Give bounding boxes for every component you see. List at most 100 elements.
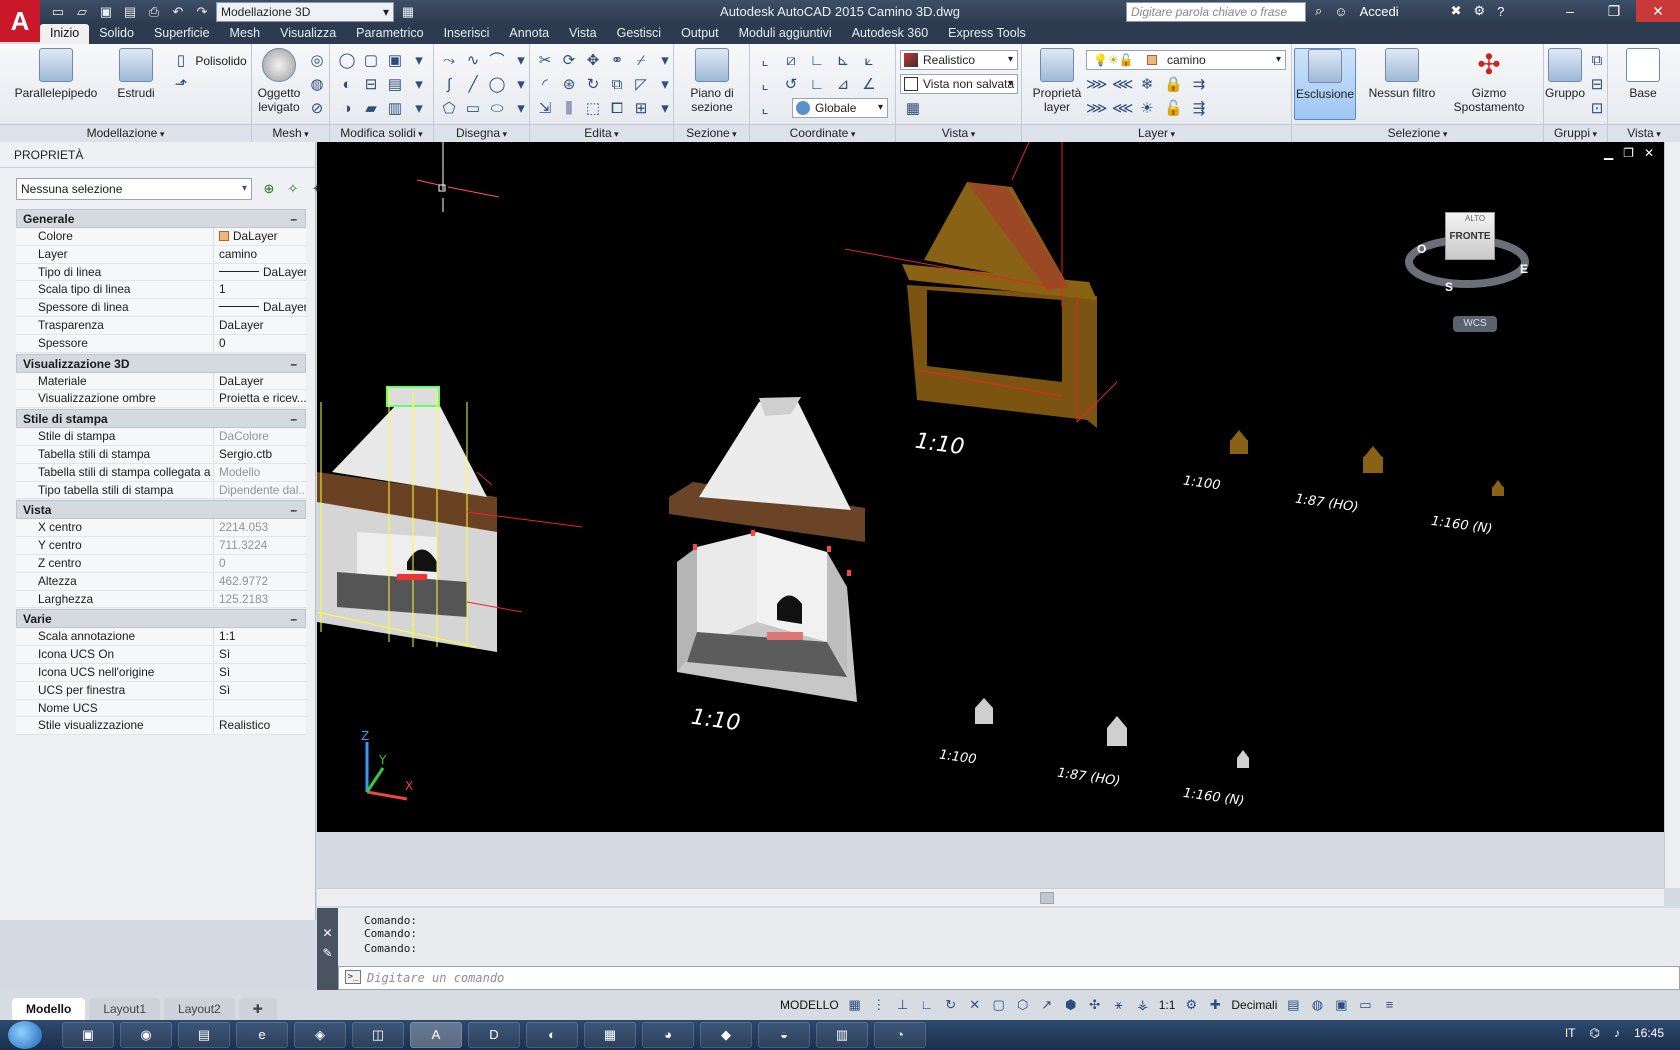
add-layout-button[interactable]: ✚ <box>238 998 277 1020</box>
copy-icon[interactable]: ⧠ <box>608 100 626 118</box>
layer-merge-icon[interactable]: ⇶ <box>1190 100 1208 118</box>
property-value[interactable]: 2214.053 <box>214 519 306 536</box>
curve-icon[interactable]: ∫ <box>440 76 458 94</box>
layer-properties-button[interactable]: Proprietà layer <box>1026 48 1088 114</box>
saved-view-dropdown[interactable]: Vista non salvata <box>900 74 1018 94</box>
ucs-previous-icon[interactable]: ↺ <box>782 76 800 94</box>
intersect-icon[interactable]: ◑ <box>338 100 356 118</box>
3d-mirror-icon[interactable]: ⫼ <box>560 100 578 118</box>
print-icon[interactable]: ⎙ <box>144 2 164 22</box>
visual-style-dropdown[interactable]: Realistico <box>900 50 1018 70</box>
ucs-icon[interactable]: ⌞ <box>756 52 774 70</box>
compass-south[interactable]: S <box>1445 280 1453 294</box>
taskbar-app-icon[interactable]: ◉ <box>120 1022 172 1048</box>
mesh-refine-icon[interactable]: ◍ <box>308 76 326 94</box>
layer-lock-icon[interactable]: 🔒 <box>1164 76 1183 94</box>
more2-icon[interactable]: ▾ <box>656 76 674 94</box>
properties-section-header[interactable]: Generale <box>16 209 306 229</box>
property-row[interactable]: Z centro 0 <box>16 554 306 573</box>
property-row[interactable]: Stile di stampa DaColore <box>16 428 306 446</box>
more-icon[interactable]: ▾ <box>512 52 530 70</box>
presspull-icon[interactable]: ⬏ <box>172 76 190 94</box>
tab-express-tools[interactable]: Express Tools <box>938 24 1036 44</box>
chamfer-icon[interactable]: ◸ <box>632 76 650 94</box>
exchange-icon[interactable]: ✖ <box>1451 3 1462 19</box>
imprint-icon[interactable]: ▤ <box>386 76 404 94</box>
property-row[interactable]: Y centro 711.3224 <box>16 537 306 555</box>
close-command-icon[interactable]: ✕ <box>317 926 338 940</box>
panel-title-edita[interactable]: Edita <box>530 124 673 142</box>
panel-title-sezione[interactable]: Sezione <box>674 124 749 142</box>
panel-title-vista[interactable]: Vista <box>896 124 1021 142</box>
toggle-pickadd-icon[interactable]: ⊕ <box>260 180 278 198</box>
tab-superficie[interactable]: Superficie <box>144 24 220 44</box>
panel-title-gruppi[interactable]: Gruppi <box>1544 124 1607 142</box>
help-icon[interactable]: ? <box>1497 4 1504 19</box>
property-value[interactable]: 711.3224 <box>214 537 306 554</box>
gruppo-button[interactable]: Gruppo <box>1544 48 1586 100</box>
viewport-minimize-icon[interactable]: ▁ <box>1604 146 1613 160</box>
property-row[interactable]: Materiale DaLayer <box>16 372 306 391</box>
workspace-gear-icon[interactable]: ⚙ <box>1183 997 1199 1013</box>
ortho-icon[interactable]: ∟ <box>919 997 935 1013</box>
fillet-icon[interactable]: ◜ <box>536 76 554 94</box>
gizmo-spostamento-button[interactable]: ✣ Gizmo Spostamento <box>1442 48 1536 114</box>
wcs-dropdown[interactable]: WCS <box>1453 316 1497 332</box>
gizmo-status-icon[interactable]: ✣ <box>1087 997 1103 1013</box>
estrudi-button[interactable]: Estrudi <box>106 48 166 100</box>
property-row[interactable]: Stile visualizzazione Realistico <box>16 717 306 736</box>
clock[interactable]: 16:45 <box>1634 1026 1664 1040</box>
nessun-filtro-button[interactable]: Nessun filtro <box>1364 48 1440 100</box>
taskbar-app-icon[interactable]: ◈ <box>294 1022 346 1048</box>
select-objects-icon[interactable]: ✧ <box>284 180 302 198</box>
property-row[interactable]: Tabella stili di stampa Sergio.ctb <box>16 445 306 464</box>
layer-freeze-icon[interactable]: ❄ <box>1138 76 1156 94</box>
snap-icon[interactable]: ⋮ <box>871 997 887 1013</box>
isolate-icon[interactable]: ◍ <box>1309 997 1325 1013</box>
otrack-icon[interactable]: ↗ <box>1039 997 1055 1013</box>
ucs-z-icon[interactable]: ∟ <box>808 76 826 94</box>
selection-dropdown[interactable]: Nessuna selezione <box>16 178 252 200</box>
layer-iso-icon[interactable]: ⋘ <box>1112 76 1133 94</box>
property-row[interactable]: Layer camino <box>16 245 306 264</box>
group-edit-icon[interactable]: ⧉ <box>1588 52 1606 70</box>
tab-gestisci[interactable]: Gestisci <box>607 24 671 44</box>
panel-title-layer[interactable]: Layer <box>1022 124 1291 142</box>
annotation-scale[interactable]: 1:1 <box>1159 998 1176 1012</box>
clean-screen-icon[interactable]: ▭ <box>1357 997 1373 1013</box>
taskbar-app-icon[interactable]: ▥ <box>816 1022 868 1048</box>
properties-section-header[interactable]: Stile di stampa <box>16 409 306 429</box>
panel-title-modifica-solidi[interactable]: Modifica solidi <box>330 124 433 142</box>
base-view-button[interactable]: Base <box>1618 48 1668 100</box>
layer-change-icon[interactable]: ⇉ <box>1190 76 1208 94</box>
layer-thaw-icon[interactable]: ☀ <box>1138 100 1156 118</box>
property-row[interactable]: Nome UCS <box>16 699 306 718</box>
vertical-scrollbar[interactable] <box>1664 142 1680 888</box>
property-value[interactable]: Modello <box>214 464 306 481</box>
taskbar-app-icon[interactable]: ◔ <box>874 1022 926 1048</box>
customize-command-icon[interactable]: ✎ <box>317 946 338 960</box>
property-value[interactable]: DaLayer <box>214 264 306 281</box>
panel-title-mesh[interactable]: Mesh <box>252 124 329 142</box>
property-row[interactable]: Tipo tabella stili di stampa Dipendente d… <box>16 481 306 500</box>
properties-section-header[interactable]: Varie <box>16 609 306 629</box>
ducs-icon[interactable]: ⬢ <box>1063 997 1079 1013</box>
tab-layout1[interactable]: Layout1 <box>89 998 161 1020</box>
maximize-button[interactable]: ❐ <box>1592 0 1636 22</box>
property-row[interactable]: Altezza 462.9772 <box>16 572 306 591</box>
esclusione-button[interactable]: Esclusione <box>1294 48 1356 120</box>
ucs-3point-icon[interactable]: ∠ <box>860 76 878 94</box>
taskbar-app-icon[interactable]: ◕ <box>642 1022 694 1048</box>
3d-array-icon[interactable]: ⊛ <box>560 76 578 94</box>
isodraft-icon[interactable]: ✕ <box>967 997 983 1013</box>
more3-icon[interactable]: ▾ <box>410 100 428 118</box>
panel-title-selezione[interactable]: Selezione <box>1292 124 1543 142</box>
tab-parametrico[interactable]: Parametrico <box>346 24 433 44</box>
property-value[interactable]: Sì <box>214 664 306 681</box>
3d-rotate-icon[interactable]: ⟳ <box>560 52 578 70</box>
property-value[interactable]: 1:1 <box>214 628 306 645</box>
move-icon[interactable]: ✥ <box>584 52 602 70</box>
hardware-accel-icon[interactable]: ▣ <box>1333 997 1349 1013</box>
property-value[interactable] <box>214 700 306 717</box>
properties-section-header[interactable]: Vista <box>16 500 306 520</box>
